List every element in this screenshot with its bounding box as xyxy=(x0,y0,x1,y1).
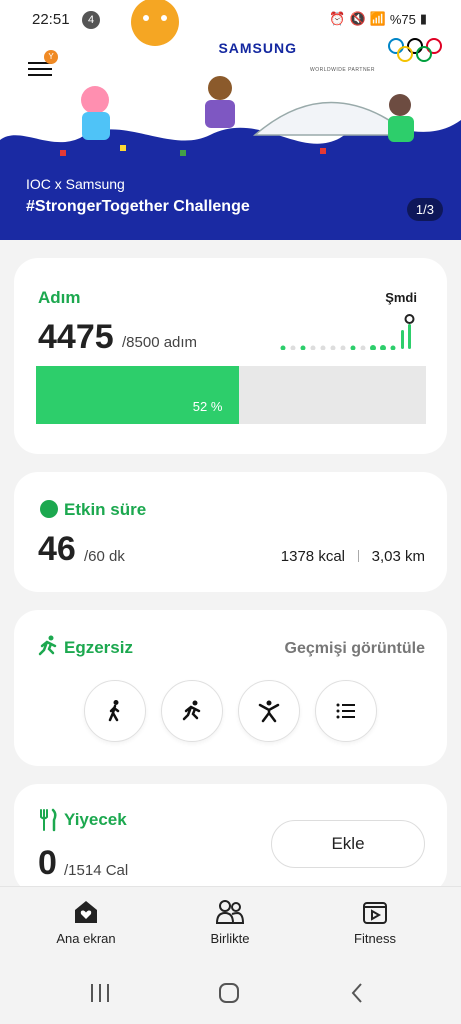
workout-icon xyxy=(258,700,280,723)
walk-icon xyxy=(108,700,120,722)
active-time-title: Etkin süre xyxy=(64,500,147,519)
wifi-icon: 📶 xyxy=(369,11,386,26)
battery-level: %75 xyxy=(389,11,416,27)
run-icon xyxy=(182,700,201,721)
home-button-icon[interactable] xyxy=(217,982,241,1004)
nav-fitness-label: Fitness xyxy=(354,931,396,946)
notification-count-badge: 4 xyxy=(82,11,100,29)
menu-badge: Y xyxy=(44,50,58,64)
banner-pager: 1/3 xyxy=(406,198,443,221)
people-icon xyxy=(215,900,245,924)
steps-title: Adım xyxy=(38,288,81,307)
exercise-card[interactable]: Egzersiz Geçmişi görüntüle xyxy=(14,610,447,766)
fork-knife-icon xyxy=(40,808,57,832)
steps-card[interactable]: Adım 4475 /8500 adım Şmdi 52 % xyxy=(14,258,447,454)
divider xyxy=(358,550,359,562)
steps-progress-label: 52 % xyxy=(192,399,223,414)
exercise-title: Egzersiz xyxy=(64,638,133,657)
steps-progress-bar: 52 % xyxy=(36,366,426,424)
steps-progress-fill xyxy=(36,366,239,424)
nav-home-label: Ana ekran xyxy=(56,931,116,946)
nav-together[interactable]: Birlikte xyxy=(170,899,290,946)
workout-button[interactable] xyxy=(238,680,300,742)
home-heart-icon xyxy=(75,901,97,923)
nav-home[interactable]: Ana ekran xyxy=(26,899,146,946)
add-food-button[interactable]: Ekle xyxy=(271,820,425,868)
promo-banner[interactable]: 22:51 4 ⏰ 🔇 📶 %75 ▮ Y SAMSUNG WORLDWIDE … xyxy=(0,0,461,240)
steps-mini-chart xyxy=(280,314,415,350)
banner-title: #StrongerTogether Challenge xyxy=(26,198,250,215)
banner-subtitle: IOC x Samsung xyxy=(26,176,125,192)
food-value: 0 xyxy=(38,844,57,882)
list-icon xyxy=(336,703,355,719)
food-title: Yiyecek xyxy=(64,810,127,829)
calories-value: 1378 kcal xyxy=(280,548,345,565)
distance-value: 3,03 km xyxy=(371,548,425,565)
steps-value: 4475 xyxy=(38,318,114,356)
menu-button[interactable]: Y xyxy=(28,50,58,80)
partner-text: WORLDWIDE PARTNER xyxy=(310,67,375,73)
active-time-card[interactable]: Etkin süre 46 /60 dk 1378 kcal 3,03 km xyxy=(14,472,447,592)
view-history-link[interactable]: Geçmişi görüntüle xyxy=(285,640,425,658)
now-label: Şmdi xyxy=(385,290,417,305)
walk-button[interactable] xyxy=(84,680,146,742)
olympic-rings-icon xyxy=(388,38,442,62)
nav-together-label: Birlikte xyxy=(210,931,250,946)
status-bar: 22:51 4 ⏰ 🔇 📶 %75 ▮ xyxy=(0,10,461,32)
bottom-navigation: Ana ekran Birlikte Fitness xyxy=(0,886,461,964)
back-icon[interactable] xyxy=(346,982,370,1004)
video-play-icon xyxy=(363,902,387,924)
status-time: 22:51 xyxy=(32,11,70,28)
samsung-logo: SAMSUNG xyxy=(218,40,297,56)
run-button[interactable] xyxy=(161,680,223,742)
recent-apps-icon[interactable] xyxy=(88,982,112,1004)
system-navigation-bar xyxy=(0,964,461,1024)
alarm-icon: ⏰ xyxy=(329,11,346,26)
nav-fitness[interactable]: Fitness xyxy=(315,899,435,946)
food-card[interactable]: Yiyecek 0 /1514 Cal Ekle xyxy=(14,784,447,894)
mute-icon: 🔇 xyxy=(349,11,366,26)
active-time-value: 46 xyxy=(38,530,76,568)
clock-icon xyxy=(40,500,58,518)
steps-goal: /8500 adım xyxy=(122,334,198,351)
running-icon xyxy=(38,635,57,656)
exercise-list-button[interactable] xyxy=(315,680,377,742)
active-time-goal: /60 dk xyxy=(84,548,125,565)
battery-icon: ▮ xyxy=(419,11,427,26)
food-goal: /1514 Cal xyxy=(64,862,129,879)
